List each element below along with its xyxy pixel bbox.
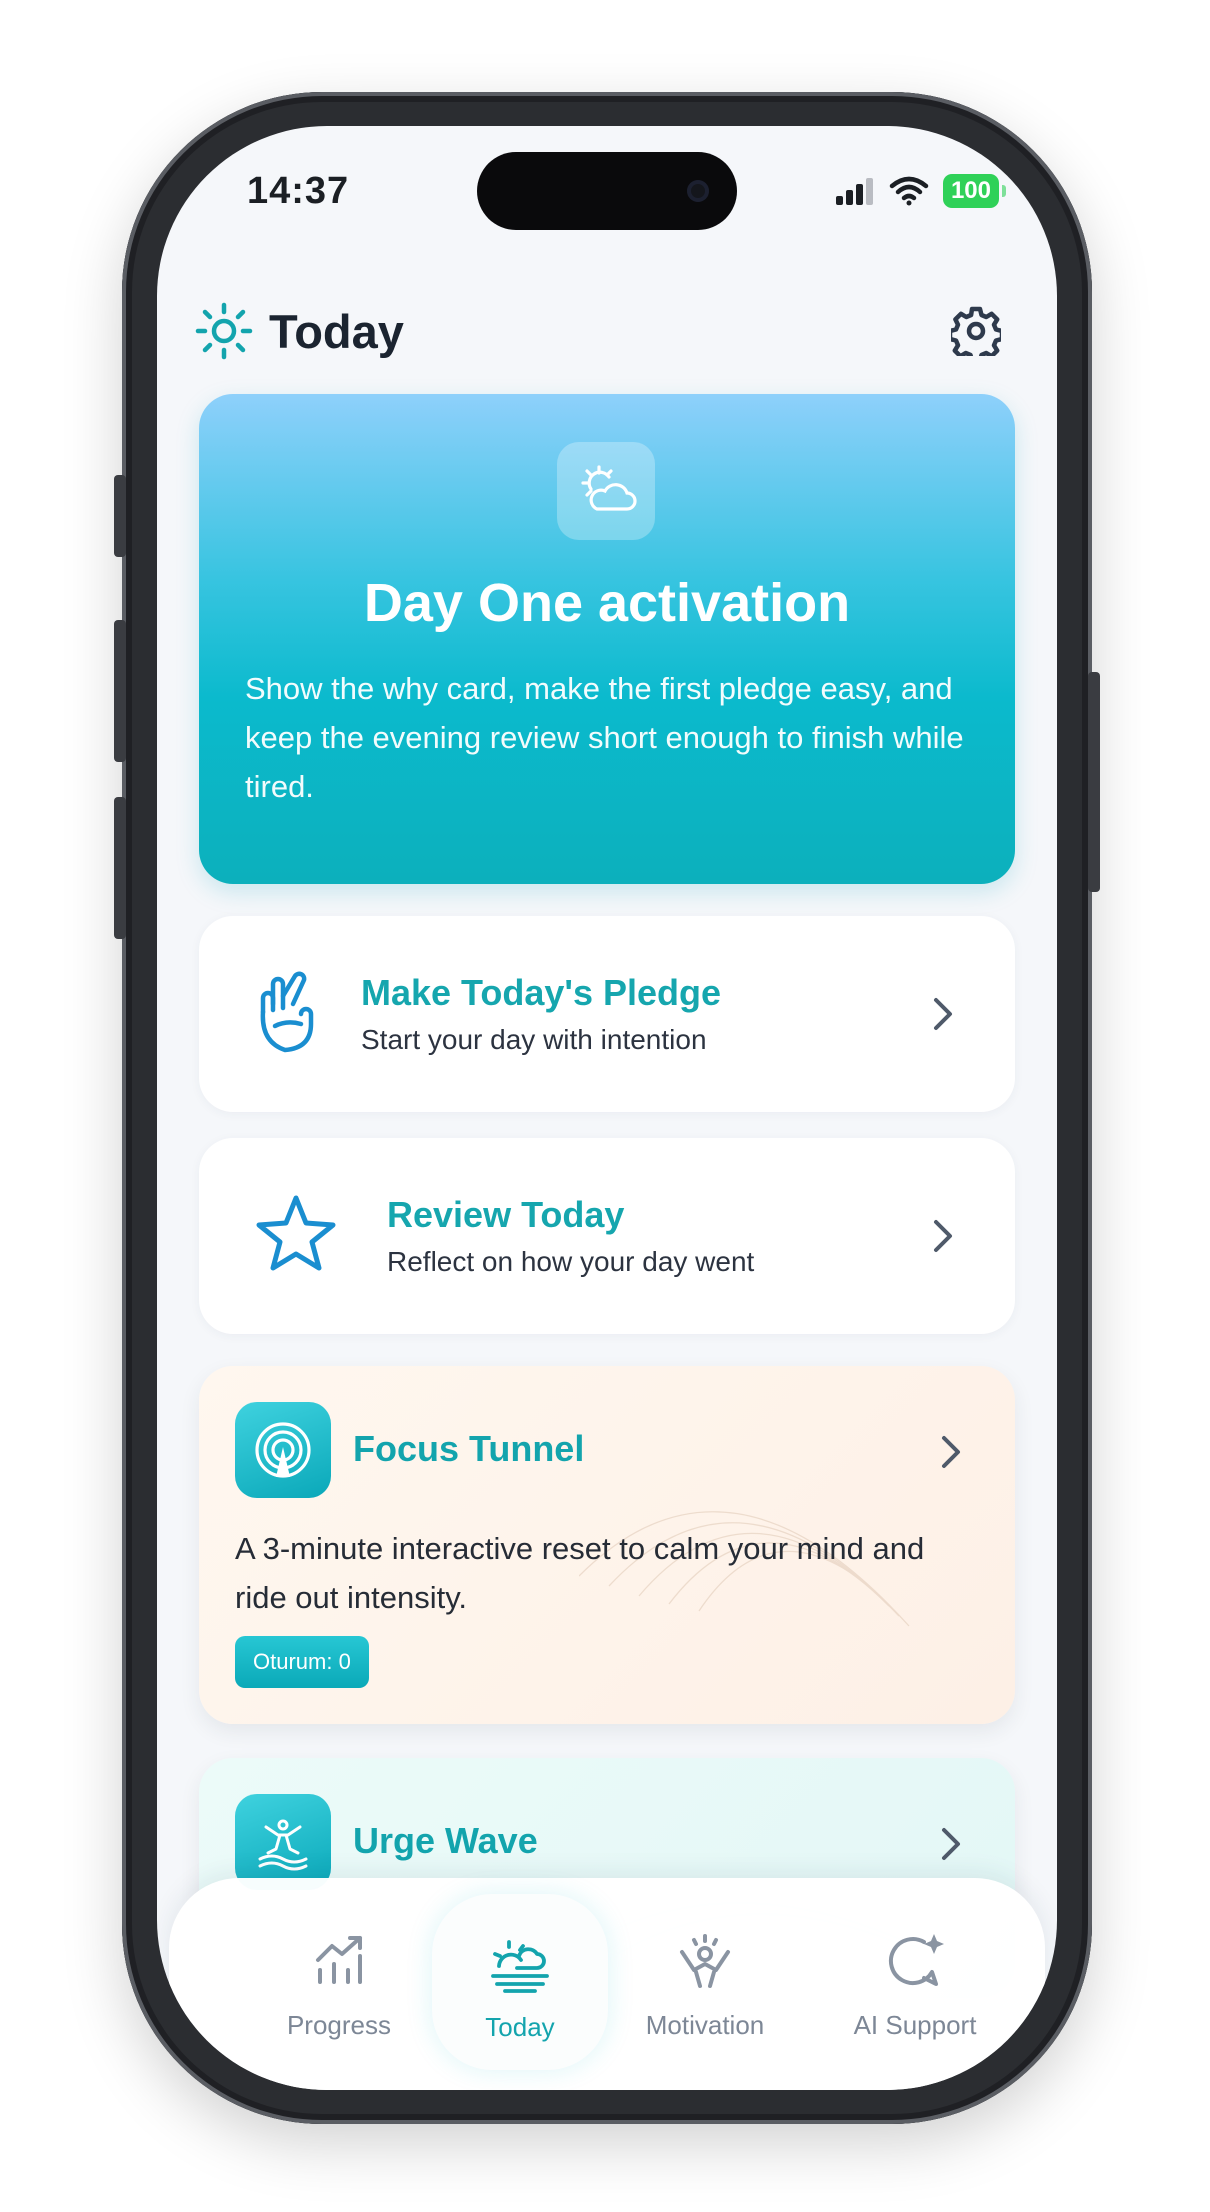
page-header: Today [195,292,1025,370]
review-card[interactable]: Review Today Reflect on how your day wen… [199,1138,1015,1334]
day-one-card: Day One activation Show the why card, ma… [199,394,1015,884]
hero-title: Day One activation [363,573,851,633]
chat-sparkle-icon [888,1934,944,1986]
pledge-title: Make Today's Pledge [361,972,722,1013]
sun-icon [195,302,253,360]
tab-label: Progress [286,2010,392,2040]
tab-label: AI Support [853,2010,977,2040]
session-count-badge: Oturum: 0 [235,1636,369,1688]
pledge-card[interactable]: Make Today's Pledge Start your day with … [199,916,1015,1112]
power-button [1088,672,1100,892]
screen: 14:37 100 Today Day One activation Show … [157,126,1057,2090]
cheer-icon [680,1934,730,1988]
chevron-right-icon [942,1828,960,1860]
silent-switch [114,475,126,557]
tab-label: Today [485,2012,555,2042]
sun-cloud-icon [581,465,637,511]
dynamic-island [477,152,737,230]
hero-icon-box [557,442,655,540]
focus-icon-box [235,1402,331,1498]
bottom-tab-bar: Progress Today Motivation AI Support [169,1878,1045,2090]
tab-ai-support[interactable]: AI Support [815,1878,1015,2090]
status-time: 14:37 [247,170,350,212]
volume-up-button [114,620,126,762]
focus-tunnel-card[interactable]: Focus Tunnel A 3-minute interactive rese… [199,1366,1015,1724]
review-subtitle: Reflect on how your day went [387,1246,755,1277]
urge-title: Urge Wave [353,1820,538,1861]
focus-description: A 3-minute interactive reset to calm you… [235,1531,925,1615]
tab-today[interactable]: Today [432,1894,608,2070]
signal-icon [835,178,873,205]
chart-icon [316,1936,362,1984]
wifi-icon [889,176,929,206]
chevron-right-icon [934,998,952,1030]
review-title: Review Today [387,1194,625,1235]
gear-icon[interactable] [951,306,1001,356]
page-title: Today [269,304,404,358]
battery-indicator: 100 [942,174,1007,208]
surfer-icon [258,1819,308,1871]
camera-icon [687,180,709,202]
chevron-right-icon [942,1436,960,1468]
chevron-right-icon [934,1220,952,1252]
urge-icon-box [235,1794,331,1890]
tab-label: Motivation [645,2010,765,2040]
volume-down-button [114,797,126,939]
crossed-fingers-icon [260,971,314,1053]
sun-horizon-icon [491,1940,549,1993]
tunnel-icon [255,1422,311,1478]
tab-progress[interactable]: Progress [239,1878,439,2090]
hero-description: Show the why card, make the first pledge… [245,671,964,804]
star-icon [256,1195,336,1271]
focus-title: Focus Tunnel [353,1428,585,1469]
status-icons: 100 [835,174,1007,208]
tab-motivation[interactable]: Motivation [605,1878,805,2090]
pledge-subtitle: Start your day with intention [361,1024,707,1055]
